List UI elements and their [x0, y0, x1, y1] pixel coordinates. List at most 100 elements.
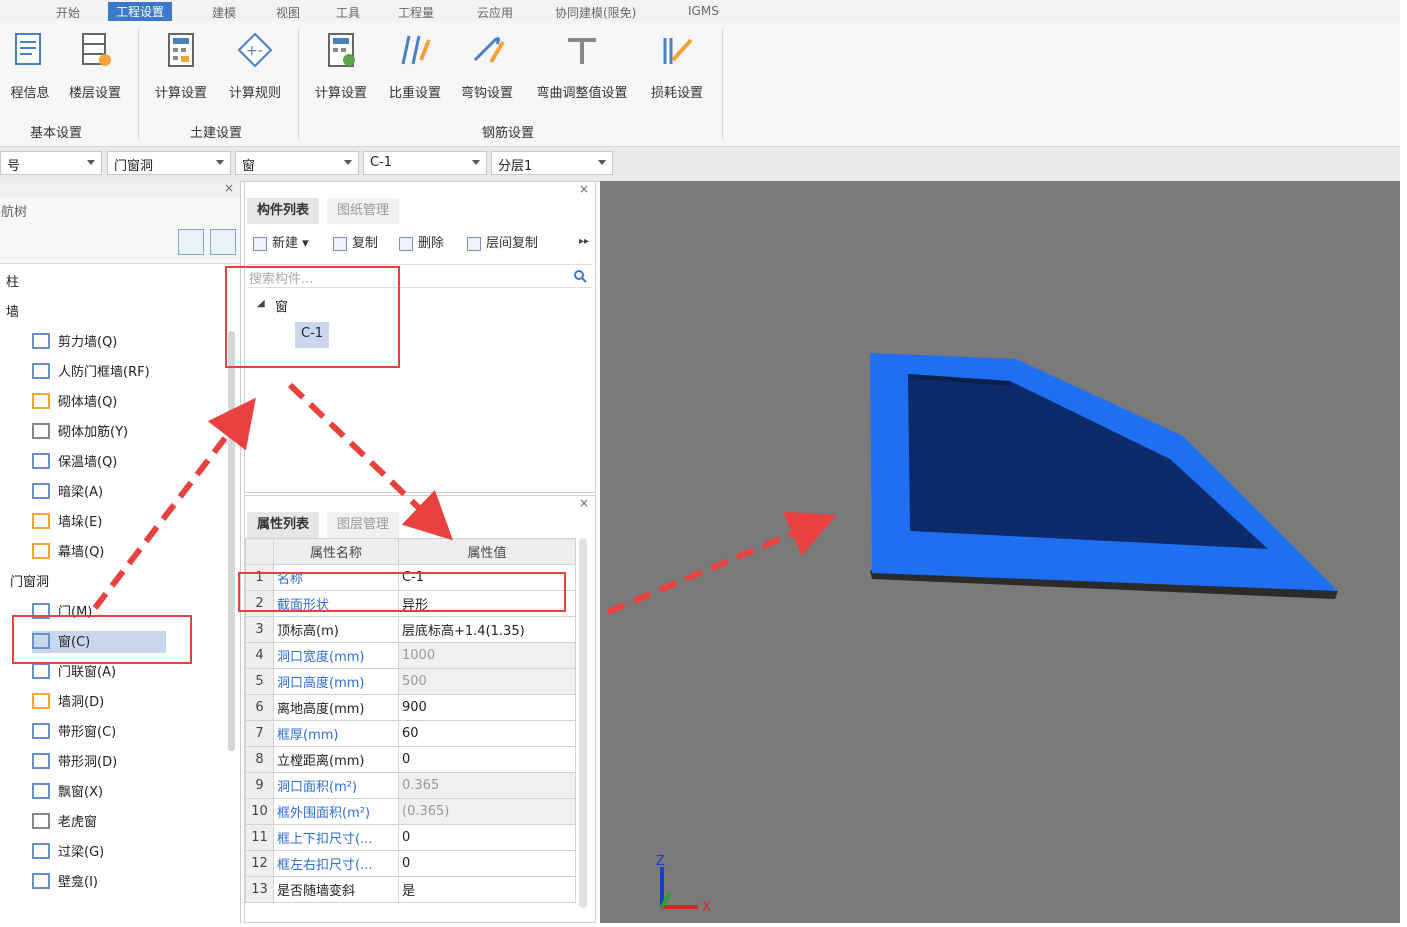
nav-item[interactable]: 砌体加筋(Y)	[32, 421, 128, 443]
component-select[interactable]: C-1	[363, 151, 487, 175]
property-name-header: 属性名称	[273, 538, 399, 565]
row-number: 4	[245, 642, 274, 669]
nav-item[interactable]: 人防门框墙(RF)	[32, 361, 150, 383]
nav-item[interactable]: 墙垛(E)	[32, 511, 102, 533]
menu-quantities[interactable]: 工程量	[398, 4, 434, 21]
menu-modeling[interactable]: 建模	[212, 4, 236, 21]
property-row[interactable]: 9 洞口面积(m²) 0.365	[245, 772, 576, 799]
nav-title: 导航树	[0, 205, 28, 220]
nav-item[interactable]: 暗梁(A)	[32, 481, 103, 503]
tab-drawing-management[interactable]: 图纸管理	[327, 198, 400, 224]
property-value[interactable]: 1000	[398, 642, 576, 669]
nav-item[interactable]: 壁龛(I)	[32, 871, 98, 893]
row-number-header	[245, 538, 274, 565]
category-select[interactable]: 门窗洞	[107, 151, 231, 175]
property-value[interactable]: 是	[398, 876, 576, 903]
nav-item[interactable]: 保温墙(Q)	[32, 451, 117, 473]
property-value[interactable]: 60	[398, 720, 576, 747]
copy-button[interactable]: 复制	[333, 232, 378, 251]
nav-item[interactable]: 带形窗(C)	[32, 721, 116, 743]
bend-adjust-settings-button[interactable]: 弯曲调整值设置	[526, 30, 638, 101]
list-view-icon[interactable]	[178, 229, 204, 255]
tab-component-list[interactable]: 构件列表	[247, 198, 320, 224]
property-row[interactable]: 13 是否随墙变斜是	[245, 876, 576, 903]
menu-tools[interactable]: 工具	[336, 4, 360, 21]
type-select[interactable]: 窗	[235, 151, 359, 175]
floor-settings-button[interactable]: 楼层设置	[62, 30, 128, 101]
nav-item[interactable]: 墙洞(D)	[32, 691, 104, 713]
civil-calc-settings-button[interactable]: 计算设置	[148, 30, 214, 101]
nav-item[interactable]: 剪力墙(Q)	[32, 331, 117, 353]
category-column[interactable]: 柱	[6, 271, 19, 290]
tab-layer-management[interactable]: 图层管理	[327, 512, 400, 538]
property-row[interactable]: 6 离地高度(mm) 900	[245, 694, 576, 721]
nav-item[interactable]: 过梁(G)	[32, 841, 104, 863]
floor-copy-button[interactable]: 层间复制	[467, 232, 538, 251]
search-icon[interactable]	[573, 269, 587, 283]
rebar-calc-settings-button[interactable]: 计算设置	[308, 30, 374, 101]
type-select-value: 窗	[242, 159, 256, 174]
hook-settings-button[interactable]: 弯钩设置	[454, 30, 520, 101]
category-door-window-opening[interactable]: 门窗洞	[10, 571, 49, 590]
property-scrollbar[interactable]	[579, 538, 587, 908]
density-settings-button[interactable]: 比重设置	[382, 30, 448, 101]
close-icon[interactable]: ×	[579, 182, 589, 196]
rebar-settings-group-label: 钢筋设置	[482, 126, 535, 141]
nav-item[interactable]: 飘窗(X)	[32, 781, 103, 803]
property-value[interactable]: 0.365	[398, 772, 576, 799]
nav-item-label: 墙垛(E)	[58, 515, 103, 530]
menu-start[interactable]: 开始	[56, 4, 80, 21]
property-name: 框厚(mm)	[273, 720, 399, 747]
property-row[interactable]: 7 框厚(mm) 60	[245, 720, 576, 747]
menu-view[interactable]: 视图	[276, 4, 300, 21]
layer-select-value: 分层1	[498, 159, 533, 174]
menu-igms[interactable]: IGMS	[688, 4, 719, 18]
property-row[interactable]: 10 框外围面积(m²) (0.365)	[245, 798, 576, 825]
menu-project-settings[interactable]: 工程设置	[108, 2, 173, 21]
window-3d-model[interactable]	[600, 181, 1400, 923]
close-icon[interactable]: ×	[224, 181, 234, 195]
property-value[interactable]: 层底标高+1.4(1.35)	[398, 616, 576, 643]
nav-item[interactable]: 砌体墙(Q)	[32, 391, 117, 413]
property-value[interactable]: 0	[398, 824, 576, 851]
delete-button[interactable]: 删除	[399, 232, 444, 251]
property-row[interactable]: 8 立樘距离(mm) 0	[245, 746, 576, 773]
property-value[interactable]: 0	[398, 746, 576, 773]
property-value[interactable]: 0	[398, 850, 576, 877]
property-value[interactable]: 900	[398, 694, 576, 721]
property-value[interactable]: (0.365)	[398, 798, 576, 825]
floor-copy-icon	[467, 236, 481, 251]
calc-rules-button[interactable]: +- 计算规则	[222, 30, 288, 101]
menu-collab[interactable]: 协同建模(限免)	[555, 4, 636, 21]
category-wall[interactable]: 墙	[6, 301, 19, 320]
property-row[interactable]: 11 框上下扣尺寸(... 0	[245, 824, 576, 851]
detail-view-icon[interactable]	[210, 229, 236, 255]
nav-scrollbar[interactable]	[228, 331, 235, 751]
nav-item[interactable]: 门联窗(A)	[32, 661, 116, 683]
property-row[interactable]: 3 顶标高(m) 层底标高+1.4(1.35)	[245, 616, 576, 643]
nav-item[interactable]: 幕墙(Q)	[32, 541, 104, 563]
property-name: 顶标高(m)	[273, 616, 399, 643]
chevron-down-icon	[216, 160, 224, 165]
nav-item[interactable]: 老虎窗	[32, 811, 97, 833]
property-value[interactable]: 500	[398, 668, 576, 695]
property-row[interactable]: 4 洞口宽度(mm) 1000	[245, 642, 576, 669]
property-row[interactable]: 5 洞口高度(mm) 500	[245, 668, 576, 695]
layer-select[interactable]: 分层1	[491, 151, 613, 175]
more-icon[interactable]: ▸▸	[579, 236, 589, 247]
3d-viewport[interactable]: Z X	[600, 181, 1400, 923]
nav-item[interactable]: 带形洞(D)	[32, 751, 117, 773]
calculator-icon	[328, 33, 355, 67]
component-type-icon	[32, 692, 50, 709]
property-header-row: 属性名称 属性值	[245, 538, 576, 565]
new-button[interactable]: 新建 ▾	[253, 232, 309, 251]
menu-cloud[interactable]: 云应用	[477, 4, 513, 21]
property-row[interactable]: 12 框左右扣尺寸(... 0	[245, 850, 576, 877]
nav-item-label: 墙洞(D)	[58, 695, 105, 710]
rebar-weight-icon	[401, 35, 431, 65]
loss-settings-button[interactable]: 损耗设置	[644, 30, 710, 101]
project-info-button[interactable]: 程信息	[4, 30, 56, 101]
tab-property-list[interactable]: 属性列表	[247, 512, 320, 538]
close-icon[interactable]: ×	[579, 496, 589, 510]
floor-select[interactable]: 号	[0, 151, 102, 175]
